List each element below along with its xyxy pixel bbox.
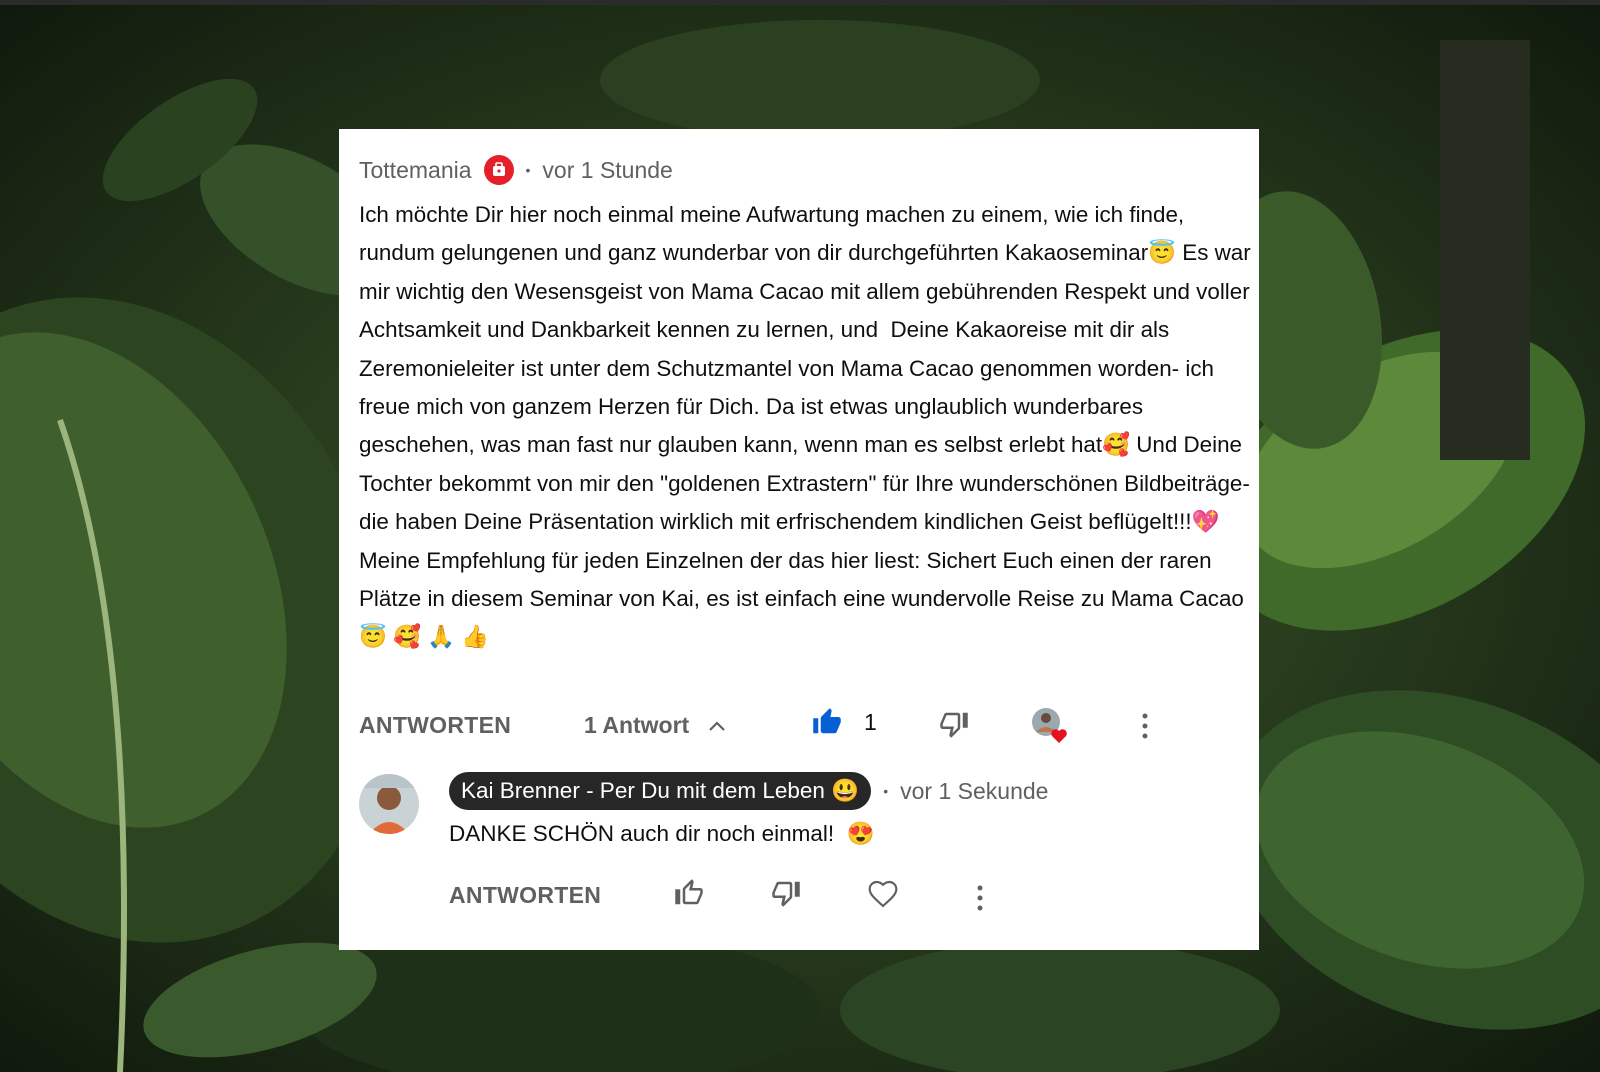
separator-dot: •: [525, 162, 531, 178]
reply-time[interactable]: vor 1 Sekunde: [900, 778, 1048, 805]
dislike-button[interactable]: [771, 878, 801, 913]
thumbs-up-emoji: 👍: [461, 624, 490, 650]
dislike-button[interactable]: [939, 709, 969, 744]
reply-text: DANKE SCHÖN auch dir noch einmal! 😍: [449, 821, 875, 847]
replies-count-label: 1 Antwort: [584, 712, 690, 738]
more-options-icon[interactable]: [974, 880, 986, 921]
angel-emoji: 😇: [1148, 240, 1177, 266]
smiling-hearts-emoji: 🥰: [1102, 432, 1130, 458]
comment-actions: ANTWORTEN 1 Antwort 1: [359, 704, 1239, 750]
avatar[interactable]: [359, 774, 419, 834]
separator-dot: •: [883, 783, 889, 799]
grinning-emoji: 😃: [831, 778, 860, 803]
comment-text-part: Meine Empfehlung für jeden Einzelnen der…: [359, 547, 1244, 612]
replies-toggle[interactable]: 1 Antwort: [584, 712, 727, 739]
window-top-bar: [0, 0, 1600, 5]
comment-text-part: Es war mir wichtig den Wesensgeist von M…: [359, 240, 1257, 458]
creator-name-badge[interactable]: Kai Brenner - Per Du mit dem Leben 😃: [449, 772, 872, 810]
creator-heart-icon[interactable]: [1031, 707, 1067, 743]
thumbs-up-filled-icon: [813, 708, 841, 734]
reply-author: Kai Brenner - Per Du mit dem Leben: [461, 778, 825, 803]
comment-text: Ich möchte Dir hier noch einmal meine Au…: [359, 196, 1254, 657]
thumbs-up-icon: [675, 879, 703, 905]
like-count: 1: [864, 708, 877, 735]
reply-header: Kai Brenner - Per Du mit dem Leben 😃 • v…: [449, 772, 1048, 810]
comment-text-part: Ich möchte Dir hier noch einmal meine Au…: [359, 202, 1191, 266]
chevron-up-icon: [709, 720, 725, 731]
angel-emoji: 😇: [359, 624, 387, 650]
comment-header: Tottemania • vor 1 Stunde: [359, 155, 673, 185]
comment-card: Tottemania • vor 1 Stunde Ich möchte Dir…: [339, 129, 1259, 950]
more-options-icon[interactable]: [1139, 708, 1151, 744]
comment-author[interactable]: Tottemania: [359, 157, 472, 184]
like-button[interactable]: [674, 878, 704, 913]
sparkling-heart-emoji: 💖: [1191, 509, 1220, 535]
heart-icon[interactable]: [867, 878, 899, 915]
smiling-hearts-emoji: 🥰: [393, 624, 422, 650]
reply-button[interactable]: ANTWORTEN: [449, 882, 601, 909]
reply-comment: Kai Brenner - Per Du mit dem Leben 😃 • v…: [359, 772, 1239, 944]
reply-text-body: DANKE SCHÖN auch dir noch einmal!: [449, 821, 835, 846]
thumbs-down-icon: [940, 712, 968, 738]
like-button[interactable]: 1: [812, 707, 877, 737]
reply-button[interactable]: ANTWORTEN: [359, 712, 511, 739]
reply-actions: ANTWORTEN: [449, 876, 1149, 920]
thumbs-down-icon: [772, 881, 800, 907]
heart-eyes-emoji: 😍: [846, 821, 875, 846]
membership-badge-icon: [483, 155, 514, 185]
comment-time[interactable]: vor 1 Stunde: [542, 157, 672, 184]
folded-hands-emoji: 🙏: [427, 624, 456, 650]
